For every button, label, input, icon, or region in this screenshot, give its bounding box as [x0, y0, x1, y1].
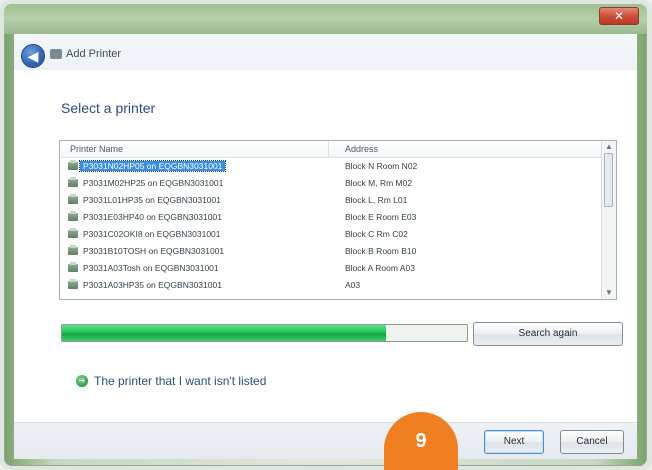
printer-icon [68, 228, 78, 238]
printer-icon [68, 279, 78, 289]
printer-name[interactable]: P3031B10TOSH on EQGBN3031001 [80, 246, 227, 256]
printer-row[interactable]: P3031E03HP40 on EQGBN3031001 Block E Room… [60, 209, 601, 226]
list-header: Printer Name Address [60, 141, 601, 158]
scroll-up-icon[interactable]: ▲ [605, 143, 613, 151]
printer-row[interactable]: P3031M02HP25 on EQGBN3031001 Block M, Rm … [60, 175, 601, 192]
printer-address: Block B Room B10 [345, 246, 417, 256]
printer-row[interactable]: P3031N02HP05 on EQGBN3031001 Block N Room… [60, 158, 601, 175]
vertical-scrollbar[interactable]: ▲ ▼ [601, 141, 616, 299]
search-again-button[interactable]: Search again [473, 322, 623, 346]
printer-rows: P3031N02HP05 on EQGBN3031001 Block N Room… [60, 158, 601, 294]
printer-list[interactable]: Printer Name Address P3031N02HP05 on EQG… [59, 140, 617, 300]
title-bar: ✕ [4, 4, 647, 34]
printer-icon [68, 177, 78, 187]
printer-name[interactable]: P3031A03HP35 on EQGBN3031001 [80, 280, 225, 290]
wizard-client-area: ◀ Add Printer Select a printer Printer N… [14, 34, 637, 459]
printer-row[interactable]: P3031B10TOSH on EQGBN3031001 Block B Room… [60, 243, 601, 260]
printer-icon [68, 160, 78, 170]
printer-name[interactable]: P3031E03HP40 on EQGBN3031001 [80, 212, 225, 222]
printer-address: Block A Room A03 [345, 263, 415, 273]
close-button[interactable]: ✕ [599, 7, 639, 25]
printer-icon [68, 245, 78, 255]
wizard-navigation: ◀ Add Printer [14, 34, 637, 70]
search-progress-bar [61, 324, 468, 342]
next-button[interactable]: Next [484, 430, 544, 454]
printer-name[interactable]: P3031M02HP25 on EQGBN3031001 [80, 178, 226, 188]
printer-name[interactable]: P3031N02HP05 on EQGBN3031001 [78, 160, 227, 172]
printer-icon [68, 262, 78, 272]
back-button[interactable]: ◀ [22, 45, 44, 67]
printer-name[interactable]: P3031A03Tosh on EQGBN3031001 [80, 263, 222, 273]
printer-address: Block M, Rm M02 [345, 178, 413, 188]
printer-address: Block C Rm C02 [345, 229, 408, 239]
scroll-thumb[interactable] [604, 153, 613, 207]
printer-address: Block E Room E03 [345, 212, 417, 222]
column-divider[interactable] [328, 141, 329, 157]
printer-name[interactable]: P3031L01HP35 on EQGBN3031001 [80, 195, 224, 205]
printer-row[interactable]: P3031A03Tosh on EQGBN3031001 Block A Room… [60, 260, 601, 277]
add-printer-window: ✕ ◀ Add Printer Select a printer Printer… [4, 4, 647, 466]
search-progress-fill [62, 325, 386, 341]
printer-name[interactable]: P3031C02OKI8 on EQGBN3031001 [80, 229, 224, 239]
scroll-down-icon[interactable]: ▼ [605, 289, 613, 297]
printer-address: Block L, Rm L01 [345, 195, 408, 205]
page-heading: Select a printer [61, 100, 156, 116]
arrow-right-icon: ➜ [76, 375, 88, 387]
column-header-printer-name[interactable]: Printer Name [70, 144, 123, 154]
printer-row[interactable]: P3031A03HP35 on EQGBN3031001 A03 [60, 277, 601, 294]
column-header-address[interactable]: Address [345, 144, 378, 154]
printer-address: Block N Room N02 [345, 161, 418, 171]
wizard-title: Add Printer [66, 48, 122, 60]
printer-row[interactable]: P3031C02OKI8 on EQGBN3031001 Block C Rm C… [60, 226, 601, 243]
printer-icon [50, 49, 62, 59]
printer-icon [68, 211, 78, 221]
printer-icon [68, 194, 78, 204]
cancel-button[interactable]: Cancel [560, 430, 624, 454]
printer-address: A03 [345, 280, 361, 290]
wizard-footer: Next Cancel [14, 422, 637, 459]
printer-row[interactable]: P3031L01HP35 on EQGBN3031001 Block L, Rm … [60, 192, 601, 209]
printer-not-listed-text[interactable]: The printer that I want isn't listed [94, 374, 266, 388]
screenshot-frame: ✕ ◀ Add Printer Select a printer Printer… [0, 0, 652, 470]
